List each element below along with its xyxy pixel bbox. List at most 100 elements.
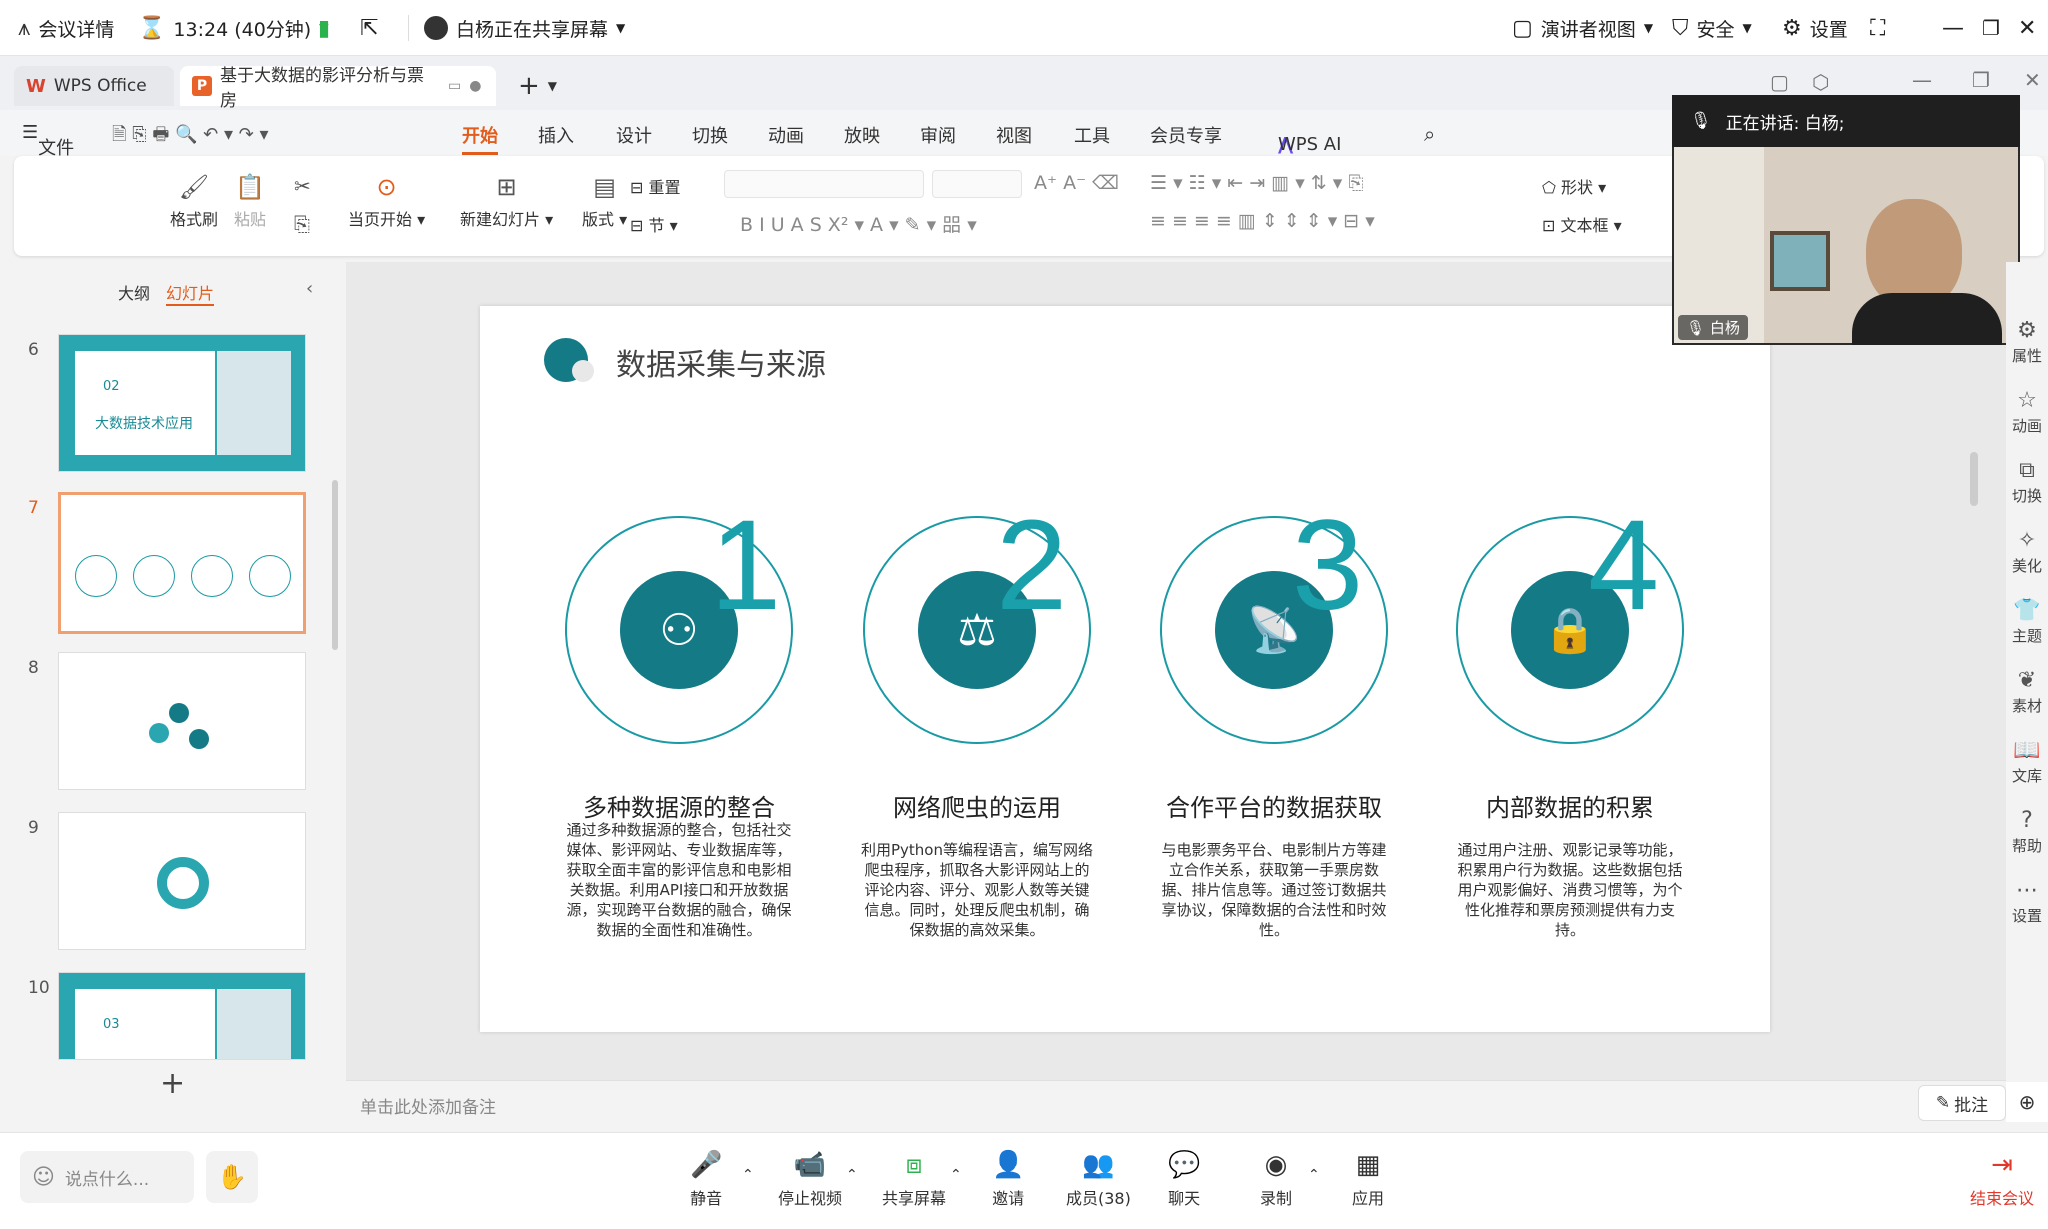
mute-button[interactable]: 🎤 静音 xyxy=(690,1151,722,1209)
restore-icon[interactable]: ❐ xyxy=(1982,0,2000,56)
stop-video-button[interactable]: 📹 停止视频 xyxy=(778,1151,842,1209)
font-size-select[interactable] xyxy=(932,170,1022,198)
search-icon[interactable]: ⌕ xyxy=(1424,122,1435,146)
tab-member[interactable]: 会员专享 xyxy=(1150,122,1222,148)
tab-slides[interactable]: 幻灯片 xyxy=(166,280,215,306)
raise-hand-icon[interactable]: ✋ xyxy=(206,1151,258,1203)
restore-icon[interactable]: ❐ xyxy=(1972,68,1990,92)
cut-icon[interactable]: ✂ xyxy=(294,174,311,198)
tab-animation[interactable]: 动画 xyxy=(768,122,804,148)
tab-tools[interactable]: 工具 xyxy=(1074,122,1110,148)
canvas-scrollbar[interactable] xyxy=(1970,452,1978,506)
sidebar-settings[interactable]: ⋯ 设置 xyxy=(2006,878,2048,926)
layout-button[interactable]: ▤ 版式 ▾ xyxy=(582,174,627,230)
record-button[interactable]: ◉ 录制 xyxy=(1260,1151,1292,1209)
minimize-icon[interactable]: — xyxy=(1942,0,1964,56)
zoom-in-icon[interactable]: ⊕ xyxy=(2006,1082,2048,1122)
chevron-up-icon[interactable]: ⌃ xyxy=(950,1167,962,1183)
chevron-up-icon[interactable]: ⌃ xyxy=(846,1167,858,1183)
font-family-select[interactable] xyxy=(724,170,924,198)
signal-icon[interactable]: ▮ xyxy=(318,0,330,56)
tab-home[interactable]: 开始 xyxy=(462,122,498,155)
shape-button[interactable]: ⬠ 形状 ▾ xyxy=(1542,174,1606,198)
notes-area[interactable]: 单击此处添加备注 ✎ 批注 xyxy=(346,1080,2006,1124)
sidebar-assets[interactable]: ❦ 素材 xyxy=(2006,668,2048,716)
scrollbar[interactable] xyxy=(332,480,338,650)
chevron-down-icon: ▼ xyxy=(616,21,626,35)
tab-insert[interactable]: 插入 xyxy=(538,122,574,148)
new-slide-button[interactable]: ⊞ 新建幻灯片 ▾ xyxy=(460,174,553,230)
slide-thumb-10[interactable]: 03 xyxy=(58,972,306,1060)
slide-7[interactable]: 数据采集与来源 ⚇ 1 多种数据源的整合 通过多种数据源的整合，包括社交媒体、影… xyxy=(480,306,1770,1032)
settings-button[interactable]: ⚙ 设置 xyxy=(1782,0,1848,56)
sidebar-properties[interactable]: ⚙ 属性 xyxy=(2006,318,2048,366)
presenter-view-icon: ▢ xyxy=(1512,15,1533,41)
sidebar-help[interactable]: ? 帮助 xyxy=(2006,808,2048,856)
chat-input[interactable]: ☺ 说点什么... xyxy=(20,1151,194,1203)
meeting-details-button[interactable]: ⩚ 会议详情 xyxy=(18,0,114,56)
paragraph-icons-row1[interactable]: ☰ ▾ ☷ ▾ ⇤ ⇥ ▥ ▾ ⇅ ▾ ⎘ xyxy=(1150,172,1364,194)
end-meeting-button[interactable]: ⇥ 结束会议 xyxy=(1970,1151,2034,1209)
smile-icon: ☺ xyxy=(32,1164,55,1190)
chevron-up-icon[interactable]: ⌃ xyxy=(1308,1167,1320,1183)
feature-title: 合作平台的数据获取 xyxy=(1166,794,1382,822)
format-painter-button[interactable]: 🖌 格式刷 xyxy=(170,174,218,230)
quick-access-icons[interactable]: 🗎 ⎘ 🖶 🔍 ↶ ▾ ↷ ▾ xyxy=(112,122,269,152)
minimize-icon[interactable]: — xyxy=(1912,68,1932,92)
cube-icon[interactable]: ⬡ xyxy=(1812,70,1829,94)
sharing-status[interactable]: 白杨正在共享屏幕 ▼ xyxy=(424,0,625,56)
textbox-icon: ⊡ xyxy=(1542,216,1556,235)
close-icon[interactable]: ✕ xyxy=(2024,68,2041,92)
slide-thumb-8[interactable] xyxy=(58,652,306,790)
chat-button[interactable]: 💬 聊天 xyxy=(1168,1151,1200,1209)
tab-slideshow[interactable]: 放映 xyxy=(844,122,880,148)
tab-review[interactable]: 审阅 xyxy=(920,122,956,148)
window-icon[interactable]: ▢ xyxy=(1770,70,1789,94)
invite-button[interactable]: 👤 邀请 xyxy=(992,1151,1024,1209)
slide-thumb-7[interactable] xyxy=(58,492,306,634)
security-button[interactable]: ⛉ 安全 ▼ xyxy=(1672,0,1752,56)
sidebar-transition[interactable]: ⧉ 切换 xyxy=(2006,458,2048,506)
play-from-current-button[interactable]: ⊙ 当页开始 ▾ xyxy=(348,174,425,230)
tab-wps-home[interactable]: W WPS Office xyxy=(14,66,174,106)
open-external-icon[interactable]: ⇱ xyxy=(360,0,378,56)
sidebar-beautify[interactable]: ✧ 美化 xyxy=(2006,528,2048,576)
textbox-button[interactable]: ⊡ 文本框 ▾ xyxy=(1542,212,1622,236)
tab-transition[interactable]: 切换 xyxy=(692,122,728,148)
sidebar-library[interactable]: 📖 文库 xyxy=(2006,738,2048,786)
comment-button[interactable]: ✎ 批注 xyxy=(1918,1085,2006,1121)
presenter-view-button[interactable]: ▢ 演讲者视图 ▼ xyxy=(1512,0,1653,56)
tab-outline[interactable]: 大纲 xyxy=(118,280,150,304)
font-format-icons[interactable]: A⁺ A⁻ ⌫ xyxy=(1034,172,1119,194)
copy-icon[interactable]: ⎘ xyxy=(294,212,310,236)
meeting-timer[interactable]: ⌛ 13:24 (40分钟) ▼ xyxy=(138,0,328,56)
paragraph-icons-row2[interactable]: ≡ ≡ ≡ ≡ ▥ ⇕ ⇕ ⇕ ▾ ⊟ ▾ xyxy=(1150,210,1375,232)
slide-thumb-9[interactable] xyxy=(58,812,306,950)
tab-design[interactable]: 设计 xyxy=(616,122,652,148)
sidebar-animation[interactable]: ☆ 动画 xyxy=(2006,388,2048,436)
file-menu[interactable]: ☰ 文件 xyxy=(22,122,74,159)
apps-button[interactable]: ▦ 应用 xyxy=(1352,1151,1384,1209)
properties-icon: ⚙ xyxy=(2017,318,2037,343)
section-label: 节 xyxy=(648,216,665,235)
section-button[interactable]: ⊟ 节 ▾ xyxy=(630,212,678,236)
new-tab-button[interactable]: + ▼ xyxy=(506,66,569,106)
reset-button[interactable]: ⊟ 重置 xyxy=(630,174,681,198)
chevron-up-icon[interactable]: ⌃ xyxy=(742,1167,754,1183)
members-button[interactable]: 👥 成员(38) xyxy=(1066,1151,1131,1209)
slide-thumb-6[interactable]: 02 大数据技术应用 xyxy=(58,334,306,472)
add-slide-button[interactable]: + xyxy=(160,1066,185,1101)
fullscreen-icon[interactable]: ⛶ xyxy=(1870,0,1885,56)
speaker-video-window[interactable]: 🎙 正在讲话: 白杨; 🎙 白杨 xyxy=(1672,95,2020,345)
text-style-icons[interactable]: B I U A S X² ▾ A ▾ ✎ ▾ 㗊 ▾ xyxy=(740,210,977,237)
share-screen-button[interactable]: ⧈ 共享屏幕 xyxy=(882,1151,946,1209)
shape-icon: ⬠ xyxy=(1542,178,1556,197)
timer-label: 13:24 (40分钟) xyxy=(173,18,312,41)
sidebar-theme[interactable]: 👕 主题 xyxy=(2006,598,2048,646)
notes-placeholder: 单击此处添加备注 xyxy=(360,1098,496,1118)
paste-button[interactable]: 📋 粘贴 xyxy=(234,174,266,230)
close-icon[interactable]: ✕ xyxy=(2018,0,2036,56)
tab-view[interactable]: 视图 xyxy=(996,122,1032,148)
collapse-panel-icon[interactable]: ‹ xyxy=(306,278,313,299)
tab-document[interactable]: P 基于大数据的影评分析与票房 ▭ ● xyxy=(180,66,496,111)
